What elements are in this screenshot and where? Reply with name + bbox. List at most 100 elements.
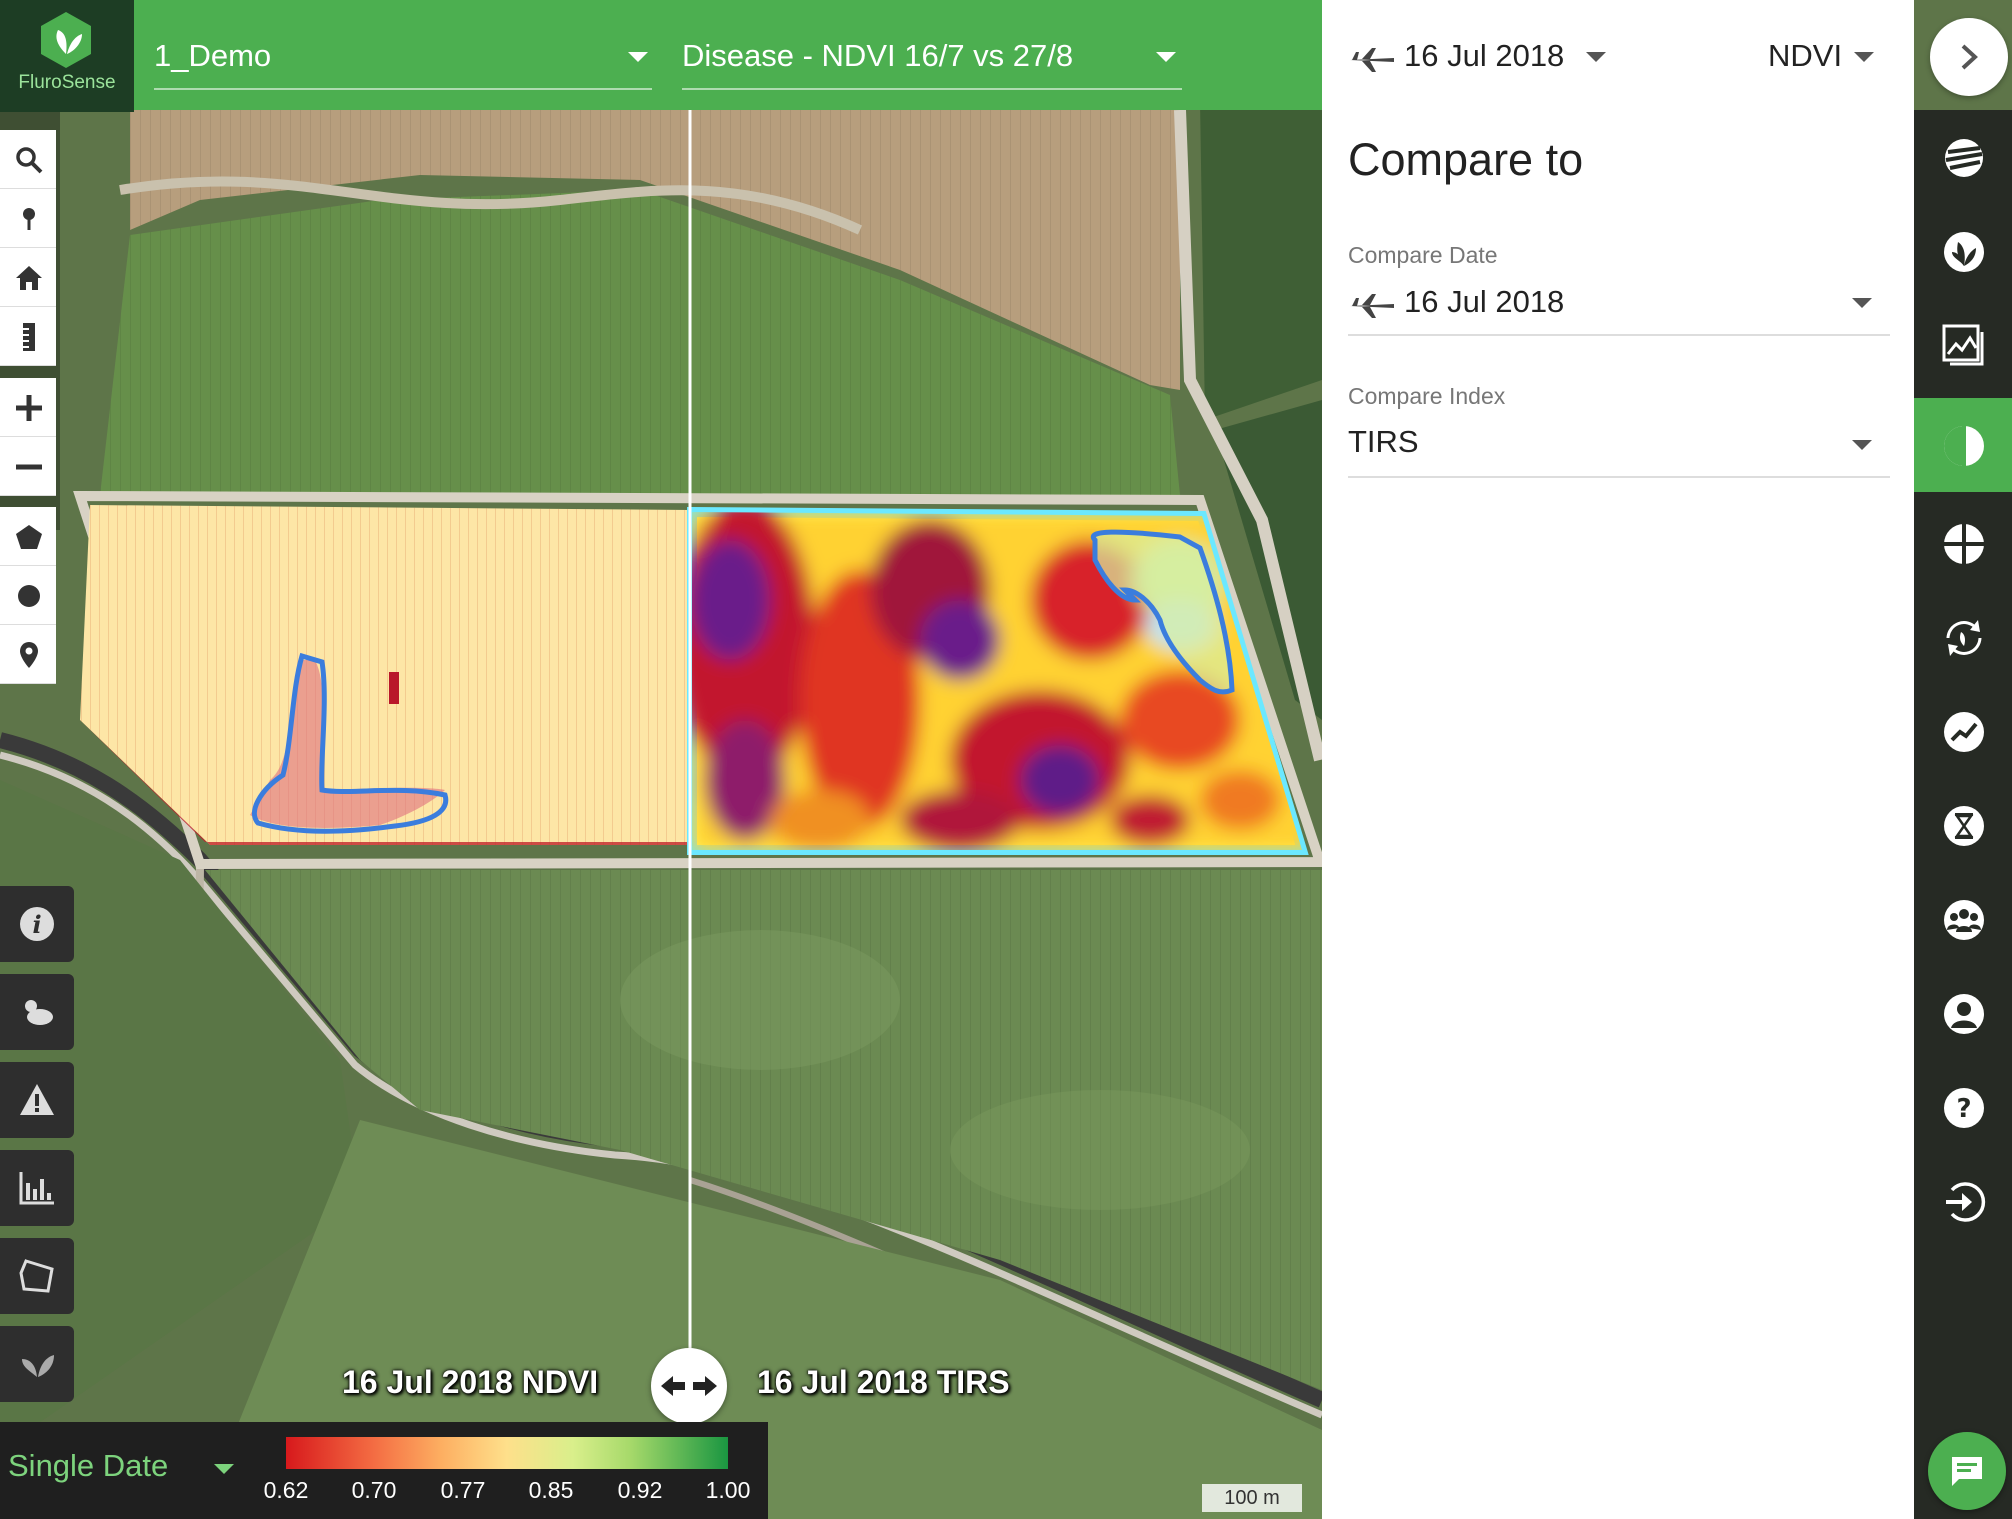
chart-icon [19,1172,54,1205]
zoom-in-icon [16,395,42,421]
compare-date-select[interactable]: 16 Jul 2018 [1404,284,1564,320]
zoom-out-button[interactable] [0,437,56,496]
weather-icon [25,1000,53,1025]
sidebar-team[interactable] [1914,872,2012,966]
trend-icon [1944,712,1984,752]
drop-pin-button[interactable] [0,189,56,248]
chevron-down-icon [1854,52,1874,62]
search-icon [16,147,43,174]
chat-button[interactable] [1928,1432,2006,1510]
layer-select-value: Disease - NDVI 16/7 vs 27/8 [682,38,1074,73]
legend-tick: 0.70 [351,1477,397,1503]
compare-date-label: Compare Date [1348,242,1498,268]
legend-color-ramp [286,1437,728,1469]
chevron-down-icon [1156,52,1176,62]
images-icon [1942,324,1984,366]
legend-mode-select[interactable]: Single Date [8,1448,168,1484]
analytics-button[interactable] [0,1150,74,1226]
grid-icon [1944,524,1984,564]
sidebar-sync[interactable] [1914,590,2012,684]
chevron-down-icon [1852,440,1872,450]
compare-icon [1944,426,1984,466]
sidebar-layers[interactable] [1914,110,2012,204]
sidebar-crop[interactable] [1914,204,2012,298]
add-marker-button[interactable] [0,625,56,684]
logout-icon [1946,1182,1986,1222]
chevron-down-icon [1586,52,1606,62]
field-boundary-button[interactable] [0,1238,74,1314]
legend-tick: 0.85 [528,1477,574,1503]
chevron-down-icon [628,52,648,62]
leaf-icon [22,1355,54,1377]
chevron-down-icon [214,1464,234,1474]
sidebar-zones[interactable] [1914,496,2012,590]
legend-tick: 0.77 [440,1477,486,1503]
pin-icon [23,208,35,230]
svg-text:?: ? [1956,1094,1971,1124]
logo-icon [41,12,91,68]
index-select[interactable]: NDVI [1768,38,1842,74]
compare-panel: 16 Jul 2018 NDVI Compare to Compare Date… [1322,0,1914,1519]
logo[interactable]: FluroSense [0,0,134,112]
flight-date-select[interactable]: 16 Jul 2018 [1404,38,1564,74]
home-button[interactable] [0,248,56,307]
zoom-in-button[interactable] [0,378,56,437]
scale-bar: 100 m [1202,1484,1302,1512]
info-icon: i [20,907,54,941]
user-icon [1944,994,1984,1034]
sidebar-compare[interactable] [1914,398,2012,492]
help-icon: ? [1944,1088,1984,1128]
compare-index-label: Compare Index [1348,383,1506,409]
layers-icon [1945,139,1983,177]
svg-text:i: i [32,910,41,939]
team-icon [1944,900,1984,940]
divider [1348,476,1890,478]
logo-text: FluroSense [18,72,116,93]
hourglass-icon [1944,806,1984,846]
compare-index-select[interactable]: TIRS [1348,424,1419,460]
panel-title: Compare to [1348,134,1584,185]
alert-icon [20,1084,54,1115]
crop-icon [1944,232,1984,272]
sidebar-history[interactable] [1914,778,2012,872]
sidebar-trends[interactable] [1914,684,2012,778]
chevron-down-icon [1852,298,1872,308]
divider [1348,334,1890,336]
compare-slider-handle[interactable] [651,1348,727,1424]
home-icon [16,266,42,290]
circle-icon [18,585,40,607]
sidebar-profile[interactable] [1914,966,2012,1060]
farm-select[interactable]: 1_Demo [154,24,652,90]
left-layer-label: 16 Jul 2018 NDVI [342,1364,599,1400]
legend-tick: 0.92 [617,1477,663,1503]
crop-button[interactable] [0,1326,74,1402]
field-shape-icon [19,1259,54,1293]
chevron-right-icon [1961,44,1978,70]
legend-tick: 1.00 [705,1477,751,1503]
draw-circle-button[interactable] [0,566,56,625]
right-layer-label: 16 Jul 2018 TIRS [757,1364,1010,1400]
weather-button[interactable] [0,974,74,1050]
refresh-icon [1946,620,1982,656]
swap-arrows-icon [661,1376,717,1396]
chat-icon [1952,1457,1982,1486]
zoom-out-icon [16,464,42,470]
measure-button[interactable] [0,307,56,366]
alerts-button[interactable] [0,1062,74,1138]
collapse-panel-button[interactable] [1930,18,2008,96]
polygon-icon [16,525,42,549]
farm-select-value: 1_Demo [154,38,272,73]
search-button[interactable] [0,130,56,189]
sidebar-help[interactable]: ? [1914,1060,2012,1154]
plane-icon [1350,294,1394,318]
plane-icon [1350,48,1394,72]
marker-icon [20,642,38,668]
legend-tick: 0.62 [263,1477,309,1503]
legend: Single Date 0.62 0.70 0.77 0.85 0.92 1.0… [0,1422,768,1519]
ruler-icon [23,323,35,351]
info-button[interactable]: i [0,886,74,962]
layer-select[interactable]: Disease - NDVI 16/7 vs 27/8 [682,24,1182,90]
sidebar-logout[interactable] [1914,1154,2012,1248]
draw-polygon-button[interactable] [0,507,56,566]
sidebar-images[interactable] [1914,298,2012,392]
